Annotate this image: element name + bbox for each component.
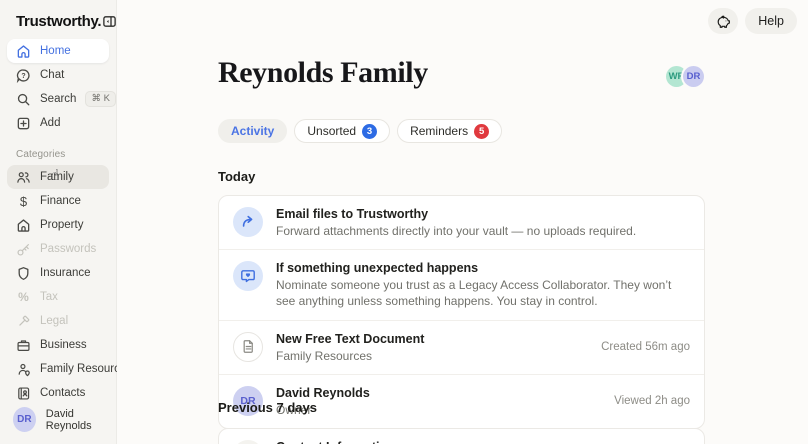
categories-label: Categories [16, 149, 66, 160]
sidebar-item-label: Search [40, 93, 77, 105]
sidebar-item-label: Chat [40, 69, 65, 81]
sidebar-item-label: Family [40, 171, 74, 183]
member-avatars: WR DR [666, 66, 704, 87]
page-title: Reynolds Family [218, 56, 428, 89]
avatar: DR [13, 407, 36, 432]
sidebar-item-label: Finance [40, 195, 81, 207]
briefcase-icon [16, 338, 31, 353]
sidebar-header: Trustworthy. [0, 0, 118, 39]
list-item-text: New Free Text Document Family Resources [276, 331, 424, 364]
key-icon [16, 242, 31, 257]
search-shortcut-badge: ⌘ K [85, 91, 116, 107]
tab-reminders[interactable]: Reminders 5 [397, 119, 503, 143]
list-item-timestamp: Created 56m ago [601, 341, 690, 354]
sidebar-item-label: Business [40, 339, 87, 351]
sidebar-item-family[interactable]: Family [7, 165, 109, 189]
sidebar-item-finance[interactable]: $ Finance [7, 189, 109, 213]
shield-icon [16, 266, 31, 281]
chat-icon: ? [16, 68, 31, 83]
sidebar-item-label: Contacts [40, 387, 86, 399]
section-heading-previous: Previous 7 days [218, 400, 317, 415]
user-account[interactable]: DR David Reynolds [13, 407, 116, 432]
topbar-actions: Help [708, 8, 797, 34]
sidebar-item-label: Property [40, 219, 84, 231]
sidebar-item-tax: % Tax [7, 285, 109, 309]
main-content: Help Reynolds Family WR DR Activity Unso… [117, 0, 808, 444]
activity-card-today: Email files to Trustworthy Forward attac… [218, 195, 705, 429]
people-icon [16, 170, 31, 185]
house-icon [16, 218, 31, 233]
list-item-title: If something unexpected happens [276, 261, 479, 276]
list-item-legacy-access[interactable]: If something unexpected happens Nominate… [219, 249, 704, 319]
help-button[interactable]: Help [745, 8, 797, 34]
sidebar-item-property[interactable]: Property [7, 213, 109, 237]
list-item-new-document[interactable]: New Free Text Document Family Resources … [219, 319, 704, 374]
sidebar-item-contacts[interactable]: Contacts [7, 381, 109, 405]
piggy-bank-icon [715, 13, 732, 30]
sidebar-item-label: Tax [40, 291, 58, 303]
section-heading-today: Today [218, 169, 256, 184]
tab-label: Activity [231, 124, 275, 138]
sidebar: Trustworthy. Home ? Chat Search ⌘ K Add … [0, 0, 132, 444]
sidebar-item-label: Add [40, 117, 61, 129]
contact-book-icon [16, 386, 31, 401]
tab-label: Reminders [410, 124, 469, 138]
collapse-sidebar-icon[interactable] [101, 13, 118, 30]
list-item-title: Contact Information [276, 440, 395, 444]
sidebar-item-label: Legal [40, 315, 69, 327]
sidebar-item-label: Home [40, 45, 71, 57]
sidebar-item-home[interactable]: Home [7, 39, 109, 63]
activity-tabs: Activity Unsorted 3 Reminders 5 [218, 119, 503, 143]
sidebar-item-label: Passwords [40, 243, 97, 255]
gavel-icon [16, 314, 31, 329]
list-item-description: Nominate someone you trust as a Legacy A… [276, 278, 672, 309]
list-item-email-files[interactable]: Email files to Trustworthy Forward attac… [219, 196, 704, 249]
list-item-contact-information[interactable]: Contact Information [219, 429, 704, 444]
sidebar-nav: Home ? Chat Search ⌘ K Add [0, 39, 116, 135]
avatar[interactable]: DR [683, 66, 704, 87]
document-icon [233, 331, 263, 362]
dollar-icon: $ [19, 193, 28, 209]
unsorted-count-badge: 3 [362, 123, 378, 139]
contact-icon [233, 440, 263, 444]
sidebar-item-legal: Legal [7, 309, 109, 333]
home-icon [16, 44, 31, 59]
plus-square-icon [16, 116, 31, 131]
rewards-button[interactable] [708, 8, 739, 34]
list-item-text: If something unexpected happens Nominate… [276, 260, 690, 309]
person-pin-icon [16, 362, 31, 377]
list-item-title: New Free Text Document [276, 331, 425, 346]
percent-icon: % [18, 290, 29, 304]
reminders-count-badge: 5 [474, 123, 490, 139]
tab-activity[interactable]: Activity [218, 119, 288, 143]
sidebar-item-add[interactable]: Add [7, 111, 109, 135]
sidebar-categories: Family $ Finance Property Passwords Insu… [0, 165, 132, 405]
user-name: David Reynolds [45, 407, 92, 432]
sidebar-item-business[interactable]: Business [7, 333, 109, 357]
list-item-text: Email files to Trustworthy Forward attac… [276, 206, 636, 239]
activity-card-previous: Contact Information [218, 428, 705, 444]
list-item-description: Forward attachments directly into your v… [276, 224, 637, 238]
forward-arrow-icon [233, 207, 263, 237]
sidebar-item-label: Insurance [40, 267, 91, 279]
sidebar-item-search[interactable]: Search ⌘ K [7, 87, 116, 111]
tab-unsorted[interactable]: Unsorted 3 [294, 119, 391, 143]
list-item-title: David Reynolds [276, 385, 370, 400]
sidebar-item-family-resources[interactable]: Family Resources [7, 357, 132, 381]
sidebar-item-insurance[interactable]: Insurance [7, 261, 109, 285]
chat-heart-icon [233, 261, 263, 292]
sidebar-item-passwords: Passwords [7, 237, 109, 261]
tab-label: Unsorted [307, 124, 357, 138]
list-item-timestamp: Viewed 2h ago [614, 395, 690, 408]
list-item-title: Email files to Trustworthy [276, 207, 429, 221]
list-item-description: Family Resources [276, 348, 373, 363]
list-item-text: Contact Information [276, 439, 395, 444]
svg-text:?: ? [21, 72, 25, 79]
search-icon [16, 92, 31, 107]
sidebar-item-chat[interactable]: ? Chat [7, 63, 109, 87]
app-logo[interactable]: Trustworthy. [16, 13, 102, 30]
